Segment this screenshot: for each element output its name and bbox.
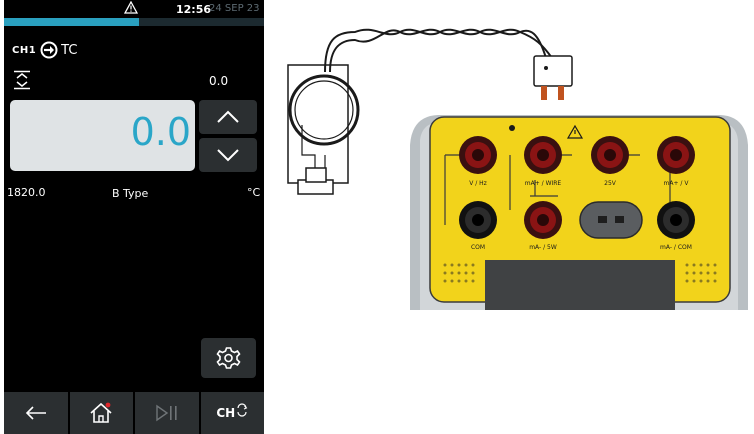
home-button[interactable] [69, 392, 133, 434]
terminal-label: V / Hz [469, 180, 487, 187]
status-date: 24 SEP 23 [209, 3, 260, 14]
channel-label: CH1 [12, 44, 37, 56]
bottom-nav-bar: CH [4, 392, 264, 434]
thermocouple-probe [287, 64, 360, 195]
thermocouple-connection-illustration: V / Hz mA+ / WIRE 25V mA+ / V COM mA- / … [287, 28, 748, 310]
warning-triangle-icon [124, 1, 138, 14]
home-icon [90, 402, 112, 423]
terminal-label: mA- / COM [660, 244, 692, 251]
terminal-label: COM [471, 244, 485, 251]
terminal-label: mA- / 5W [529, 244, 557, 251]
terminal-label: 25V [604, 180, 617, 187]
progress-fill [4, 18, 140, 26]
chevron-up-icon [217, 110, 239, 123]
thermocouple-plug [533, 55, 573, 100]
channel-swap-icon [237, 403, 248, 417]
twisted-cable [324, 28, 553, 73]
decrement-button[interactable] [199, 138, 257, 172]
main-value: 0.0 [130, 110, 191, 154]
gear-icon [216, 347, 241, 369]
status-bar: 12:56 24 SEP 23 [4, 0, 264, 18]
upper-value: 0.0 [209, 74, 229, 88]
back-button[interactable] [4, 392, 68, 434]
range-expand-icon[interactable] [12, 70, 32, 90]
unit-label: °C [247, 186, 261, 199]
status-time: 12:56 [176, 3, 212, 16]
progress-bar [4, 18, 264, 26]
channel-header: CH1 TC [12, 40, 77, 60]
terminal-label: mA+ / V [664, 180, 690, 187]
back-arrow-icon [25, 406, 46, 420]
play-pause-icon [156, 404, 177, 422]
value-input[interactable]: 0.0 [10, 100, 195, 171]
thermocouple-type: B Type [112, 187, 149, 200]
increment-button[interactable] [199, 100, 257, 134]
output-arrow-icon [40, 41, 58, 59]
settings-button[interactable] [201, 338, 256, 378]
terminal-label: mA+ / WIRE [525, 180, 562, 187]
range-max-value: 1820.0 [7, 186, 46, 199]
channel-select-label: CH [216, 406, 236, 420]
thermocouple-socket [579, 201, 643, 239]
chevron-down-icon [217, 149, 239, 162]
channel-type: TC [61, 42, 78, 58]
play-pause-button[interactable] [135, 392, 199, 434]
device-screen: 12:56 24 SEP 23 CH1 TC 0.0 0.0 1820.0 B … [4, 0, 264, 434]
channel-select-button[interactable]: CH [200, 392, 264, 434]
